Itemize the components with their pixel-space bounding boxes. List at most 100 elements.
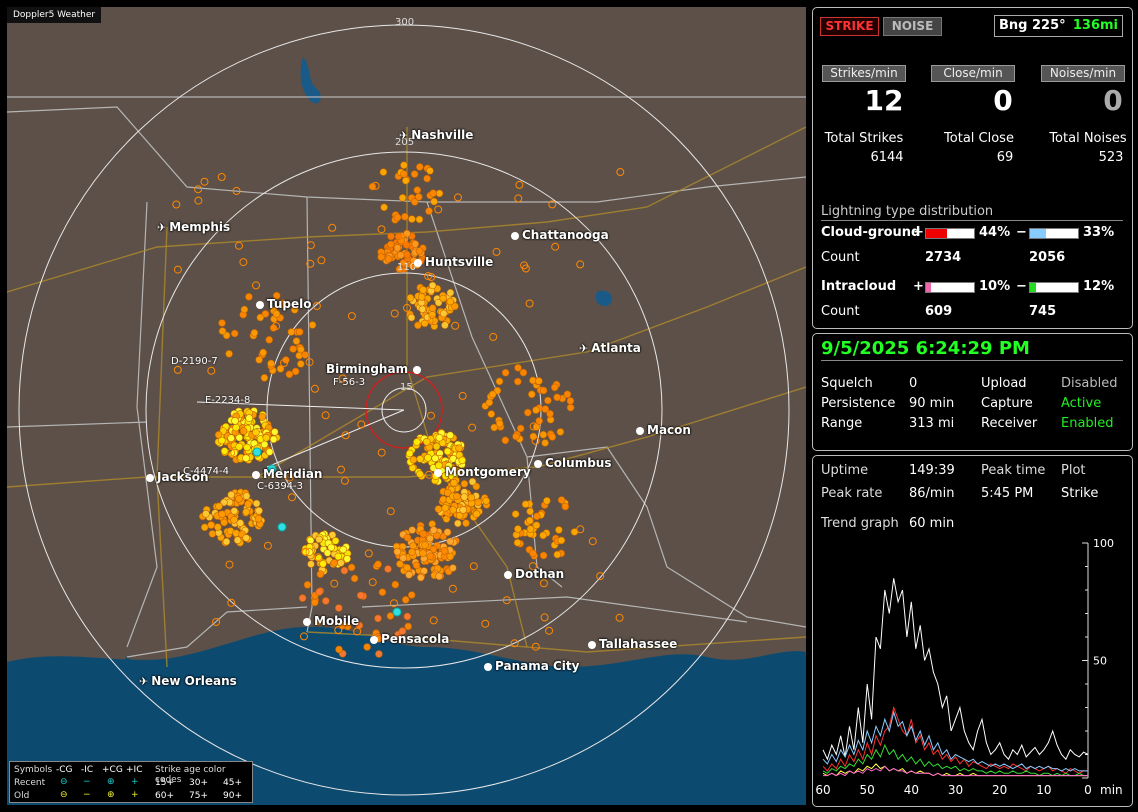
strike-marker — [173, 265, 182, 274]
bearing-range: 136mi — [1072, 18, 1118, 33]
city-dothan[interactable]: Dothan — [504, 567, 564, 581]
strike-marker — [316, 570, 325, 579]
strike-marker — [416, 573, 425, 582]
strike-marker — [225, 349, 233, 358]
city-memphis[interactable]: ✈ Memphis — [157, 220, 230, 235]
strike-marker — [321, 411, 330, 420]
city-huntsville[interactable]: Huntsville — [414, 255, 493, 269]
city-chattanooga[interactable]: Chattanooga — [511, 228, 609, 242]
storm-cell-label[interactable]: C-4474-4 — [183, 466, 229, 477]
city-mobile[interactable]: Mobile — [303, 614, 359, 628]
strike-marker — [337, 465, 345, 474]
city-macon[interactable]: Macon — [636, 423, 691, 437]
storm-cell-label[interactable]: E-2234-8 — [205, 395, 250, 406]
strike-marker — [441, 321, 449, 330]
strike-marker — [288, 493, 296, 502]
upload-value[interactable]: Disabled — [1061, 376, 1117, 391]
strike-marker — [262, 433, 271, 442]
strike-marker — [427, 411, 435, 420]
strike-marker — [588, 537, 597, 546]
strike-marker — [474, 498, 483, 507]
strike-marker — [403, 533, 412, 542]
strike-marker — [310, 598, 319, 607]
strike-marker — [303, 580, 312, 589]
storm-cell-label[interactable]: D-2190-7 — [171, 356, 218, 367]
strike-marker — [429, 526, 438, 534]
range-value[interactable]: 313 mi — [909, 416, 954, 431]
city-birmingham[interactable]: Birmingham — [326, 362, 424, 376]
city-new-orleans[interactable]: ✈ New Orleans — [139, 674, 237, 689]
strike-marker — [429, 189, 438, 197]
strike-marker — [412, 561, 421, 570]
strike-marker — [414, 193, 423, 201]
strike-marker — [615, 613, 624, 622]
strike-marker — [557, 496, 566, 504]
strike-marker — [566, 403, 575, 412]
strike-marker — [409, 542, 417, 550]
city-tupelo[interactable]: Tupelo — [256, 297, 312, 311]
strike-marker — [596, 572, 605, 581]
city-montgomery[interactable]: Montgomery — [434, 465, 531, 479]
strike-marker — [451, 321, 460, 330]
storm-cell-label[interactable]: C-6394-3 — [257, 481, 303, 492]
city-columbus[interactable]: Columbus — [534, 456, 612, 470]
strike-marker — [296, 360, 305, 368]
strike-marker — [265, 448, 274, 456]
strike-marker — [566, 397, 575, 405]
strike-marker — [396, 251, 405, 259]
total-close-label: Total Close — [944, 131, 1014, 146]
city-nashville[interactable]: ✈ Nashville — [399, 128, 473, 143]
receiver-value[interactable]: Enabled — [1061, 416, 1114, 431]
strike-marker — [252, 428, 260, 437]
strike-marker — [315, 535, 323, 544]
capture-value[interactable]: Active — [1061, 396, 1101, 411]
city-dot-icon — [504, 570, 512, 579]
strike-marker — [393, 213, 402, 222]
strike-marker — [545, 626, 554, 635]
strike-marker — [472, 510, 481, 518]
lake-lanier — [595, 290, 612, 307]
storm-cell-label[interactable]: F-56-3 — [333, 377, 365, 388]
recent-strike-marker — [277, 522, 287, 532]
city-tallahassee[interactable]: Tallahassee — [588, 637, 677, 651]
strike-marker — [411, 240, 420, 248]
strike-marker — [541, 405, 550, 413]
strike-marker — [200, 523, 209, 532]
persistence-value[interactable]: 90 min — [909, 396, 954, 411]
strike-marker — [561, 502, 570, 511]
strike-marker — [207, 521, 215, 529]
strike-marker — [220, 447, 229, 455]
strike-marker — [416, 455, 424, 463]
strike-marker — [298, 594, 307, 602]
lightning-map[interactable]: Doppler5 Weather 300 205 110 15 ✈ Nashvil… — [7, 7, 806, 805]
strike-marker — [458, 456, 467, 465]
city-panama-city[interactable]: Panama City — [484, 659, 579, 673]
strike-marker — [295, 328, 304, 336]
close-per-min-value: 0 — [993, 84, 1013, 117]
strike-marker — [446, 297, 455, 306]
strike-marker — [400, 161, 408, 169]
strike-marker — [531, 642, 540, 651]
city-atlanta[interactable]: ✈ Atlanta — [579, 341, 641, 356]
strike-marker — [468, 477, 477, 486]
strike-mode-button[interactable]: STRIKE — [820, 17, 879, 36]
ic-negative-bar-fill — [1030, 283, 1036, 292]
neg-cg-old-icon: ⊖ — [60, 790, 68, 800]
strike-marker — [426, 552, 435, 561]
current-datetime: 9/5/2025 6:24:29 PM — [821, 338, 1030, 359]
squelch-value[interactable]: 0 — [909, 376, 917, 391]
strike-marker — [553, 550, 562, 559]
city-meridian[interactable]: Meridian — [252, 467, 322, 481]
ic-count-label: Count — [821, 304, 860, 319]
noise-mode-button[interactable]: NOISE — [883, 17, 942, 36]
strike-marker — [243, 443, 251, 452]
cg-negative-pct: 33% — [1083, 225, 1115, 240]
strike-marker — [408, 215, 416, 223]
strike-marker — [453, 492, 461, 501]
strike-marker — [384, 565, 392, 573]
strike-marker — [173, 365, 182, 374]
strike-marker — [495, 419, 504, 428]
strike-marker — [347, 312, 356, 321]
strike-marker — [340, 476, 349, 485]
city-pensacola[interactable]: Pensacola — [370, 632, 449, 646]
